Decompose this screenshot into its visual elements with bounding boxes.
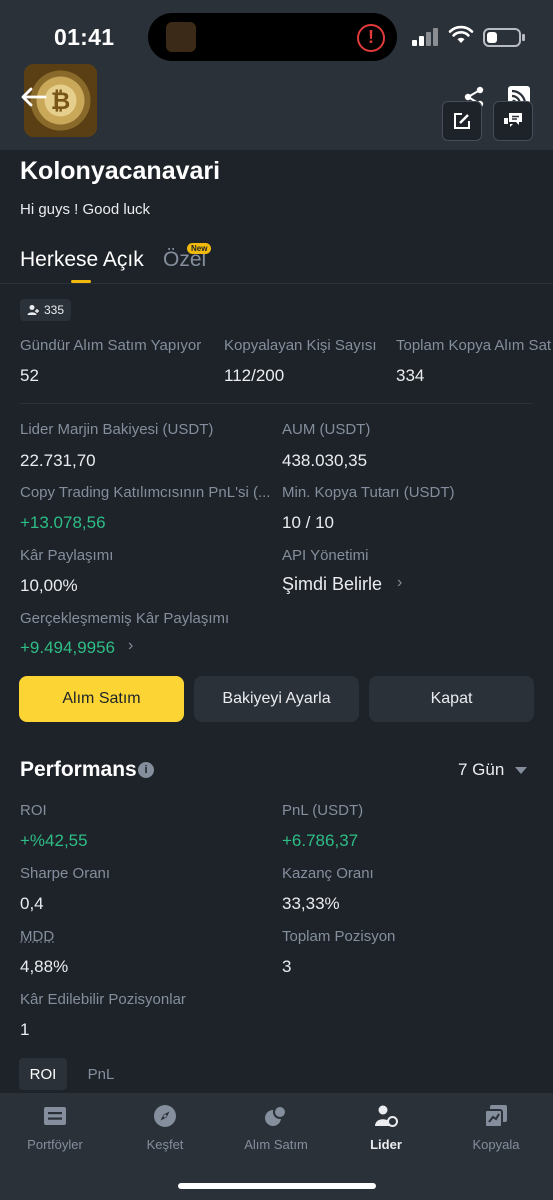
roi-label: ROI [20,802,47,819]
profitable-positions-label: Kâr Edilebilir Pozisyonlar [20,991,186,1008]
nav-label: Keşfet [146,1137,184,1152]
tab-divider [0,283,553,284]
adjust-balance-button[interactable]: Bakiyeyi Ayarla [194,676,359,722]
trade-icon [265,1105,287,1126]
nav-trade[interactable]: Alım Satım [231,1104,321,1152]
svg-text:₿: ₿ [51,87,71,115]
stat-label-copiers: Kopyalayan Kişi Sayısı [224,337,377,354]
alert-icon: ! [357,24,385,52]
mdd-label[interactable]: MDD [20,928,54,945]
compass-icon [154,1105,176,1127]
tab-pnl[interactable]: PnL [78,1058,124,1090]
stat-value-total-copy-trades: 334 [396,366,425,385]
api-management-label: API Yönetimi [282,547,369,564]
pnl-label: PnL (USDT) [282,802,364,819]
aum-value: 438.030,35 [282,451,368,470]
profitable-positions-value: 1 [20,1020,30,1039]
nav-label: Portföyler [27,1137,83,1152]
nav-portfolios[interactable]: Portföyler [10,1104,100,1152]
stat-label-trading-days: Gündür Alım Satım Yapıyor [20,337,202,354]
cellular-signal-icon [412,28,440,46]
nav-discover[interactable]: Keşfet [120,1104,210,1152]
username: Kolonyacanavari [20,157,221,185]
nav-leader[interactable]: Lider [341,1104,431,1152]
chevron-right-icon[interactable]: › [128,637,133,655]
win-rate-value: 33,33% [282,894,340,913]
island-app-thumbnail [166,22,196,52]
nav-label: Alım Satım [244,1137,308,1152]
nav-label: Kopyala [472,1137,520,1152]
tab-roi[interactable]: ROI [19,1058,67,1090]
sharpe-value: 0,4 [20,894,44,913]
chat-icon [504,113,522,127]
unrealized-share-value[interactable]: +9.494,9956 [20,638,115,658]
win-rate-label: Kazanç Oranı [282,865,374,882]
bio-text: Hi guys ! Good luck [20,201,151,218]
stat-label-total-copy-trades: Toplam Kopya Alım Sat [396,337,552,354]
followers-badge: 335 [20,299,72,321]
participant-pnl-value: +13.078,56 [20,513,106,532]
info-icon[interactable]: i [138,762,154,778]
participant-pnl-label: Copy Trading Katılımcısının PnL'si (... [20,484,271,501]
wifi-icon [448,25,474,43]
profit-share-value: 10,00% [20,576,78,595]
aum-label: AUM (USDT) [282,421,371,438]
messages-button[interactable] [493,101,533,141]
period-selector[interactable]: 7 Gün [458,760,504,780]
tab-public[interactable]: Herkese Açık [20,248,144,272]
edit-profile-button[interactable] [442,101,482,141]
pnl-value: +6.786,37 [282,831,359,850]
nav-label: Lider [370,1137,402,1152]
min-copy-value: 10 / 10 [282,513,334,532]
margin-balance-value: 22.731,70 [20,451,96,470]
api-setup-link[interactable]: Şimdi Belirle [282,574,382,595]
caret-down-icon[interactable] [515,767,527,774]
stat-value-trading-days: 52 [20,366,39,385]
min-copy-label: Min. Kopya Tutarı (USDT) [282,484,455,501]
portfolio-icon [44,1107,66,1125]
margin-balance-label: Lider Marjin Bakiyesi (USDT) [20,421,214,438]
sharpe-label: Sharpe Oranı [20,865,111,882]
unrealized-share-label: Gerçekleşmemiş Kâr Paylaşımı [20,610,230,627]
total-positions-label: Toplam Pozisyon [282,928,396,945]
total-positions-value: 3 [282,957,292,976]
battery-icon [483,28,525,47]
profit-share-label: Kâr Paylaşımı [20,547,114,564]
divider [20,403,532,404]
chevron-right-icon[interactable]: › [397,574,402,592]
leader-icon [375,1105,398,1127]
copy-icon [484,1105,507,1128]
trade-button[interactable]: Alım Satım [19,676,184,722]
stat-value-copiers: 112/200 [224,366,285,385]
performance-title: Performans [20,758,137,781]
mdd-value: 4,88% [20,957,69,976]
back-arrow-icon[interactable] [18,84,48,110]
edit-icon [454,113,470,129]
roi-value: +%42,55 [20,831,88,850]
new-badge: New [187,243,212,254]
close-button[interactable]: Kapat [369,676,534,722]
users-icon [27,305,39,315]
status-time: 01:41 [54,24,115,50]
nav-copy[interactable]: Kopyala [451,1104,541,1152]
home-indicator[interactable] [178,1183,376,1189]
followers-count: 335 [44,303,65,317]
